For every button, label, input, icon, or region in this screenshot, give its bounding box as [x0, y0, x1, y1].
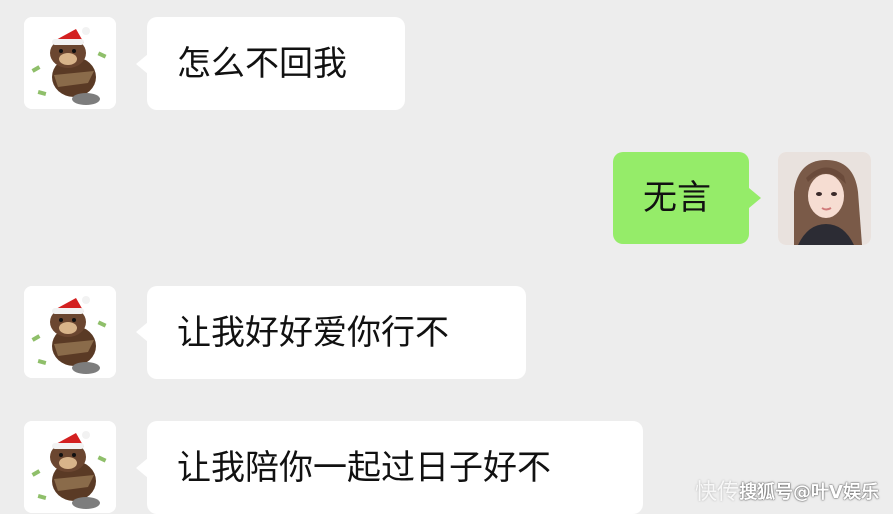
message-bubble-incoming[interactable]: 让我好好爱你行不: [147, 286, 526, 379]
girl-portrait-avatar: [778, 152, 871, 245]
brown-bear-santa-hat-icon: [24, 17, 116, 109]
contact-avatar[interactable]: [24, 17, 116, 109]
contact-avatar[interactable]: [24, 286, 116, 378]
message-text: 让我好好爱你行不: [177, 312, 449, 353]
message-text: 无言: [643, 178, 711, 218]
message-text: 怎么不回我: [177, 43, 347, 84]
bubble-tail: [749, 188, 761, 208]
brown-bear-santa-hat-icon: [24, 286, 116, 378]
message-bubble-outgoing[interactable]: 无言: [613, 152, 749, 244]
watermark: 搜狐号@叶V娱乐: [739, 482, 879, 503]
message-bubble-incoming[interactable]: 让我陪你一起过日子好不: [147, 421, 643, 514]
contact-avatar[interactable]: [24, 421, 116, 513]
message-text: 让我陪你一起过日子好不: [177, 447, 551, 488]
brown-bear-santa-hat-icon: [24, 421, 116, 513]
watermark-faded: 快传: [695, 480, 740, 505]
message-bubble-incoming[interactable]: 怎么不回我: [147, 17, 405, 110]
user-avatar[interactable]: [778, 152, 871, 245]
